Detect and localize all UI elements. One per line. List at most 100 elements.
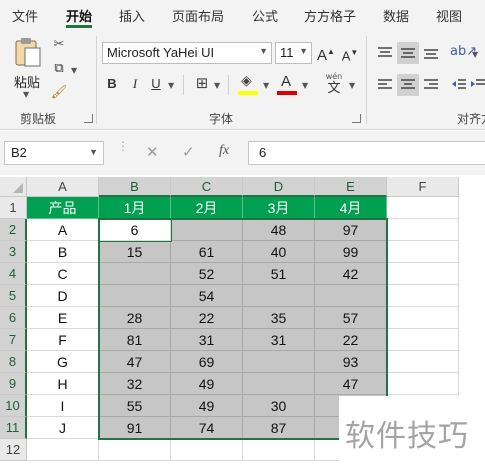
header-cell[interactable]: 2月	[171, 197, 243, 219]
format-painter-icon[interactable]: 🖌	[50, 84, 68, 102]
product-cell[interactable]: D	[27, 285, 99, 307]
value-cell[interactable]: 91	[99, 417, 171, 439]
value-cell[interactable]: 48	[243, 219, 315, 241]
product-cell[interactable]: E	[27, 307, 99, 329]
cell[interactable]	[171, 439, 243, 461]
cell[interactable]	[387, 329, 459, 351]
select-all-button[interactable]	[0, 177, 27, 197]
align-bottom-button[interactable]	[420, 42, 442, 64]
product-cell[interactable]: G	[27, 351, 99, 373]
row-header-12[interactable]: 12	[0, 439, 27, 461]
value-cell[interactable]: 22	[315, 329, 387, 351]
align-middle-button[interactable]	[397, 42, 419, 64]
borders-dropdown-icon[interactable]: ▼	[214, 81, 220, 90]
cancel-icon[interactable]: ✕	[146, 143, 159, 161]
cell[interactable]	[387, 373, 459, 395]
font-name-select[interactable]: Microsoft YaHei UI ▼	[102, 42, 272, 64]
insert-function-icon[interactable]: fx	[219, 143, 229, 159]
value-cell[interactable]: 31	[171, 329, 243, 351]
value-cell[interactable]: 74	[171, 417, 243, 439]
value-cell[interactable]: 52	[171, 263, 243, 285]
tab-file[interactable]: 文件	[12, 6, 38, 25]
column-header-c[interactable]: C	[171, 177, 243, 197]
formula-input[interactable]: 6	[248, 141, 485, 165]
font-color-button[interactable]: A	[277, 73, 299, 97]
row-header-1[interactable]: 1	[0, 197, 27, 219]
value-cell[interactable]: 47	[315, 373, 387, 395]
column-header-f[interactable]: F	[387, 177, 459, 197]
value-cell[interactable]: 97	[315, 219, 387, 241]
product-cell[interactable]: C	[27, 263, 99, 285]
column-header-d[interactable]: D	[243, 177, 315, 197]
grow-font-button[interactable]: A▲	[316, 43, 336, 65]
value-cell[interactable]: 6	[99, 219, 171, 241]
row-header-10[interactable]: 10	[0, 395, 27, 417]
value-cell[interactable]: 54	[171, 285, 243, 307]
product-cell[interactable]: F	[27, 329, 99, 351]
clipboard-launcher-icon[interactable]	[84, 114, 93, 123]
italic-button[interactable]: I	[127, 75, 143, 93]
value-cell[interactable]: 15	[99, 241, 171, 263]
borders-icon[interactable]: ⊞	[193, 74, 211, 92]
copy-dropdown-icon[interactable]: ▼	[71, 66, 77, 75]
value-cell[interactable]: 42	[315, 263, 387, 285]
cell[interactable]	[387, 263, 459, 285]
cell[interactable]	[387, 307, 459, 329]
row-header-7[interactable]: 7	[0, 329, 27, 351]
cut-icon[interactable]: ✂	[50, 36, 68, 54]
value-cell[interactable]: 22	[171, 307, 243, 329]
header-cell[interactable]: 产品	[27, 197, 99, 219]
value-cell[interactable]: 69	[171, 351, 243, 373]
cell[interactable]	[387, 351, 459, 373]
row-header-11[interactable]: 11	[0, 417, 27, 439]
phonetic-button[interactable]: wén 文	[322, 72, 346, 98]
tab-view[interactable]: 视图	[436, 6, 462, 25]
enter-icon[interactable]: ✓	[182, 143, 195, 161]
decrease-indent-button[interactable]	[450, 74, 468, 96]
value-cell[interactable]	[171, 219, 243, 241]
value-cell[interactable]: 57	[315, 307, 387, 329]
shrink-font-button[interactable]: A▼	[340, 44, 360, 65]
row-header-2[interactable]: 2	[0, 219, 27, 241]
value-cell[interactable]	[99, 263, 171, 285]
copy-icon[interactable]: ⧉	[50, 60, 68, 78]
row-header-5[interactable]: 5	[0, 285, 27, 307]
column-header-e[interactable]: E	[315, 177, 387, 197]
row-header-4[interactable]: 4	[0, 263, 27, 285]
cell[interactable]	[27, 439, 99, 461]
column-header-b[interactable]: B	[99, 177, 171, 197]
row-header-8[interactable]: 8	[0, 351, 27, 373]
tab-formulas[interactable]: 公式	[252, 6, 278, 25]
underline-dropdown-icon[interactable]: ▼	[168, 81, 174, 90]
value-cell[interactable]: 30	[243, 395, 315, 417]
value-cell[interactable]: 93	[315, 351, 387, 373]
value-cell[interactable]: 47	[99, 351, 171, 373]
value-cell[interactable]	[243, 351, 315, 373]
phonetic-dropdown-icon[interactable]: ▼	[349, 81, 355, 90]
tab-fangfang[interactable]: 方方格子	[304, 6, 356, 25]
tab-page-layout[interactable]: 页面布局	[172, 6, 224, 25]
font-color-dropdown-icon[interactable]: ▼	[302, 81, 308, 90]
orientation-dropdown-icon[interactable]: ▼	[472, 50, 478, 59]
product-cell[interactable]: I	[27, 395, 99, 417]
value-cell[interactable]: 32	[99, 373, 171, 395]
splitter-dots-icon[interactable]: ⋮	[117, 140, 129, 152]
increase-indent-button[interactable]	[470, 74, 485, 96]
font-size-select[interactable]: 11 ▼	[275, 42, 312, 64]
value-cell[interactable]: 51	[243, 263, 315, 285]
value-cell[interactable]: 87	[243, 417, 315, 439]
cell[interactable]	[387, 219, 459, 241]
cell[interactable]	[387, 285, 459, 307]
cell[interactable]	[387, 197, 459, 219]
align-center-button[interactable]	[397, 74, 419, 96]
text-orientation-icon[interactable]: ab↗	[450, 43, 477, 61]
value-cell[interactable]: 49	[171, 395, 243, 417]
align-left-button[interactable]	[374, 74, 396, 96]
value-cell[interactable]: 55	[99, 395, 171, 417]
underline-button[interactable]: U	[148, 75, 164, 93]
bold-button[interactable]: B	[104, 75, 120, 93]
paste-button[interactable]: 粘贴 ▼	[10, 36, 46, 99]
product-cell[interactable]: J	[27, 417, 99, 439]
value-cell[interactable]: 49	[171, 373, 243, 395]
cell[interactable]	[243, 439, 315, 461]
